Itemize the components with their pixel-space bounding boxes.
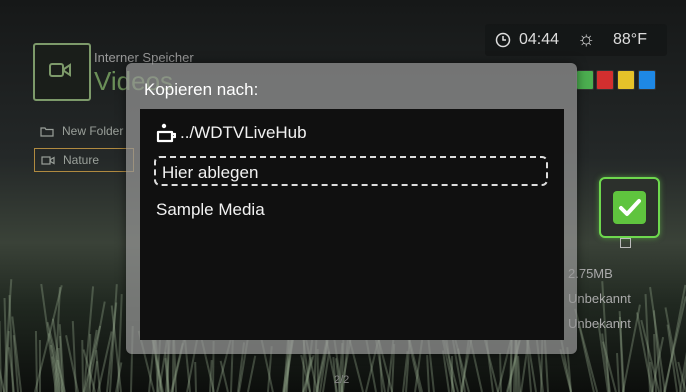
video-camera-icon: [41, 155, 55, 165]
list-item-label: New Folder: [62, 124, 124, 138]
list-item-nature[interactable]: Nature: [34, 148, 134, 172]
drop-here-item[interactable]: Hier ablegen: [154, 156, 548, 186]
temperature: 88°F: [613, 31, 647, 48]
red-button-icon[interactable]: [596, 70, 614, 90]
dialog-title: Kopieren nach:: [144, 80, 259, 99]
list-item-new-folder[interactable]: New Folder: [34, 120, 123, 142]
clock-icon: [495, 32, 511, 48]
grass-blade: [615, 353, 620, 392]
info-line-2: Unbekannt: [568, 291, 631, 306]
clock-time: 04:44: [519, 31, 560, 48]
folder-icon: [40, 126, 54, 137]
grass-blade: [498, 353, 502, 392]
checkmark-icon: [613, 191, 646, 224]
grass-blade: [193, 361, 197, 392]
folder-item-sample-media[interactable]: Sample Media: [156, 200, 265, 220]
video-folder-tile: [33, 43, 91, 101]
info-icon: [620, 238, 631, 248]
grass-blade: [34, 330, 38, 392]
destination-list: ../WDTVLiveHub Hier ablegen Sample Media: [140, 109, 564, 340]
grass-blade: [80, 340, 84, 392]
grass-blade: [38, 340, 41, 392]
weather-sun-icon: ☼: [577, 28, 596, 50]
info-line-3: Unbekannt: [568, 316, 631, 331]
green-button-icon[interactable]: [576, 70, 594, 90]
grass-blade: [246, 355, 256, 392]
parent-folder-label: ../WDTVLiveHub: [180, 123, 307, 142]
screen: Interner Speicher Videos 04:44 ☼ 88°F Ne…: [0, 0, 686, 392]
parent-folder-item[interactable]: ../WDTVLiveHub: [156, 123, 307, 143]
copy-to-dialog: Kopieren nach: ../WDTVLiveHub Hier ableg…: [126, 63, 577, 354]
video-camera-icon: [49, 63, 71, 77]
blue-button-icon[interactable]: [638, 70, 656, 90]
parent-folder-icon: [156, 123, 176, 143]
confirm-button[interactable]: [599, 177, 660, 238]
list-item-label: Nature: [63, 153, 100, 167]
status-bar: 04:44 ☼ 88°F: [485, 24, 667, 56]
yellow-button-icon[interactable]: [617, 70, 635, 90]
page-indicator: 2/2: [334, 374, 350, 386]
